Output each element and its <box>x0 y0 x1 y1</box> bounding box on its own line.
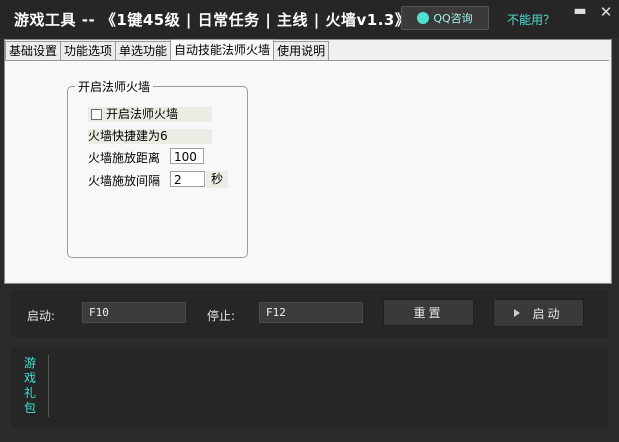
gift-divider <box>48 355 49 417</box>
stop-hotkey-input[interactable]: F12 <box>259 302 363 323</box>
interval-unit-label: 秒 <box>206 171 228 188</box>
firewall-checkbox-label: 开启法师火墙 <box>106 107 179 121</box>
start-button-label: 启动 <box>532 306 563 321</box>
start-button[interactable]: 启动 <box>493 299 584 327</box>
reset-button[interactable]: 重置 <box>383 299 474 326</box>
qq-consult-button[interactable]: QQ咨询 <box>401 6 489 30</box>
tab-single-functions[interactable]: 单选功能 <box>115 41 172 60</box>
distance-label: 火墙施放距离 <box>88 151 161 165</box>
tab-instructions[interactable]: 使用说明 <box>273 41 330 60</box>
window-title: 游戏工具 -- 《1键45级 | 日常任务 | 主线 | 火墙v1.3》 <box>14 11 411 29</box>
tab-feature-options[interactable]: 功能选项 <box>60 41 117 60</box>
minimize-icon[interactable]: ▬ <box>571 2 589 20</box>
tab-basic-settings[interactable]: 基础设置 <box>5 41 62 60</box>
gift-tab-label[interactable]: 游戏礼包 <box>24 356 38 416</box>
start-hotkey-label: 启动: <box>27 309 56 323</box>
stop-hotkey-label: 停止: <box>207 309 236 323</box>
tab-strip: 基础设置 功能选项 单选功能 自动技能法师火墙 使用说明 <box>5 39 330 60</box>
qq-consult-label: QQ咨询 <box>433 12 473 25</box>
firewall-checkbox[interactable] <box>91 109 102 120</box>
close-icon[interactable]: ✕ <box>597 3 615 21</box>
interval-label: 火墙施放间隔 <box>88 174 161 188</box>
firewall-group-title: 开启法师火墙 <box>75 78 154 95</box>
interval-input[interactable]: 2 <box>170 171 205 187</box>
tab-auto-firewall[interactable]: 自动技能法师火墙 <box>170 39 275 60</box>
distance-input[interactable]: 100 <box>170 148 204 164</box>
reset-button-label: 重置 <box>413 306 444 320</box>
play-icon <box>514 309 521 317</box>
firewall-hotkey-text: 火墙快捷建为6 <box>88 129 212 144</box>
help-link[interactable]: 不能用？ <box>507 11 555 28</box>
start-hotkey-input[interactable]: F10 <box>82 302 186 323</box>
qq-icon <box>417 12 430 24</box>
gift-panel <box>11 347 608 427</box>
firewall-checkbox-row[interactable]: 开启法师火墙 <box>88 107 212 122</box>
